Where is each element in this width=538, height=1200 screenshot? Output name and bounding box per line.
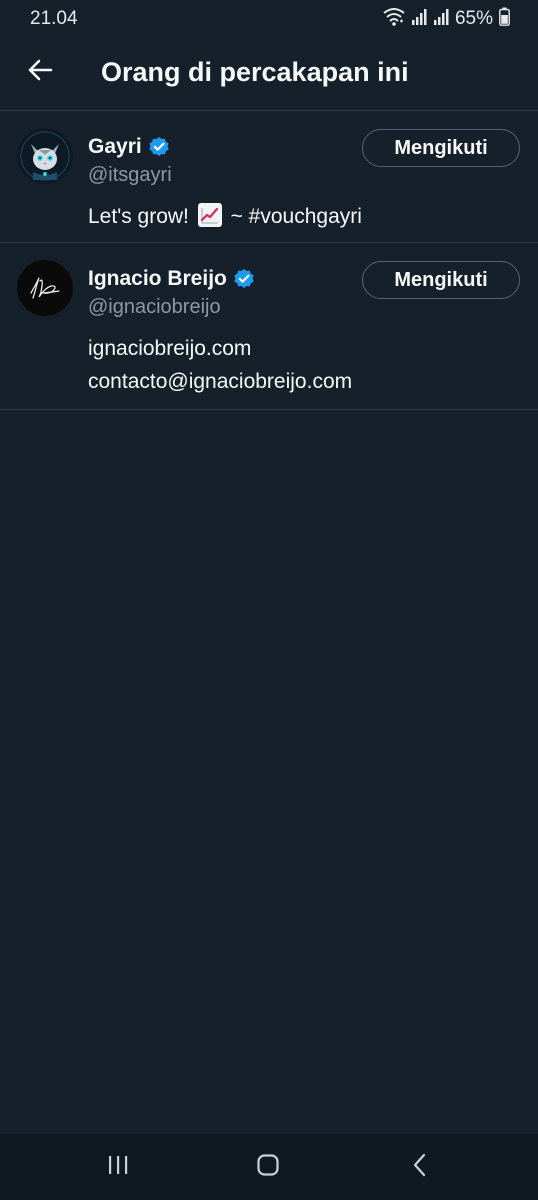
battery-icon [499,7,510,31]
user-name: Gayri [88,135,142,158]
recent-apps-button[interactable] [88,1147,148,1187]
signal-icon-2 [433,8,449,31]
page-title: Orang di percakapan ini [101,57,409,87]
verified-badge-icon [233,268,255,290]
user-row-ignacio-breijo[interactable]: Ignacio Breijo @ignaciobreijo ignaciobre… [0,243,538,410]
header: Orang di percakapan ini [0,38,538,111]
bio-text: Let's grow! [88,205,189,228]
following-button[interactable]: Mengikuti [362,129,520,167]
user-list: Gayri @itsgayri Let's grow! ~ #vouchgayr… [0,111,538,410]
screen: 21.04 65% Orang di percakapan ini Gayri … [0,0,538,1200]
home-icon [256,1153,280,1182]
signal-icon [411,8,427,31]
chevron-left-icon [410,1153,430,1182]
user-bio: Let's grow! ~ #vouchgayri [88,200,520,233]
verified-badge-icon [148,136,170,158]
chart-increasing-icon [197,202,223,228]
wifi-icon [383,7,405,32]
arrow-left-icon [27,58,53,87]
status-icons: 65% [383,7,510,31]
bio-link-email[interactable]: contacto@ignaciobreijo.com [88,365,520,398]
back-nav-button[interactable] [390,1147,450,1187]
recent-apps-icon [106,1154,130,1181]
status-time: 21.04 [30,8,78,29]
avatar[interactable] [17,128,73,184]
user-bio: ignaciobreijo.com contacto@ignaciobreijo… [88,332,520,398]
user-name: Ignacio Breijo [88,267,227,290]
user-row-gayri[interactable]: Gayri @itsgayri Let's grow! ~ #vouchgayr… [0,111,538,243]
battery-percent: 65% [454,8,493,29]
bio-link-website[interactable]: ignaciobreijo.com [88,332,520,365]
avatar[interactable] [17,260,73,316]
back-button[interactable] [20,52,60,92]
navigation-bar [0,1134,538,1200]
home-button[interactable] [238,1147,298,1187]
bio-hashtag-text: ~ #vouchgayri [230,205,362,228]
status-bar: 21.04 65% [0,0,538,38]
following-button[interactable]: Mengikuti [362,261,520,299]
